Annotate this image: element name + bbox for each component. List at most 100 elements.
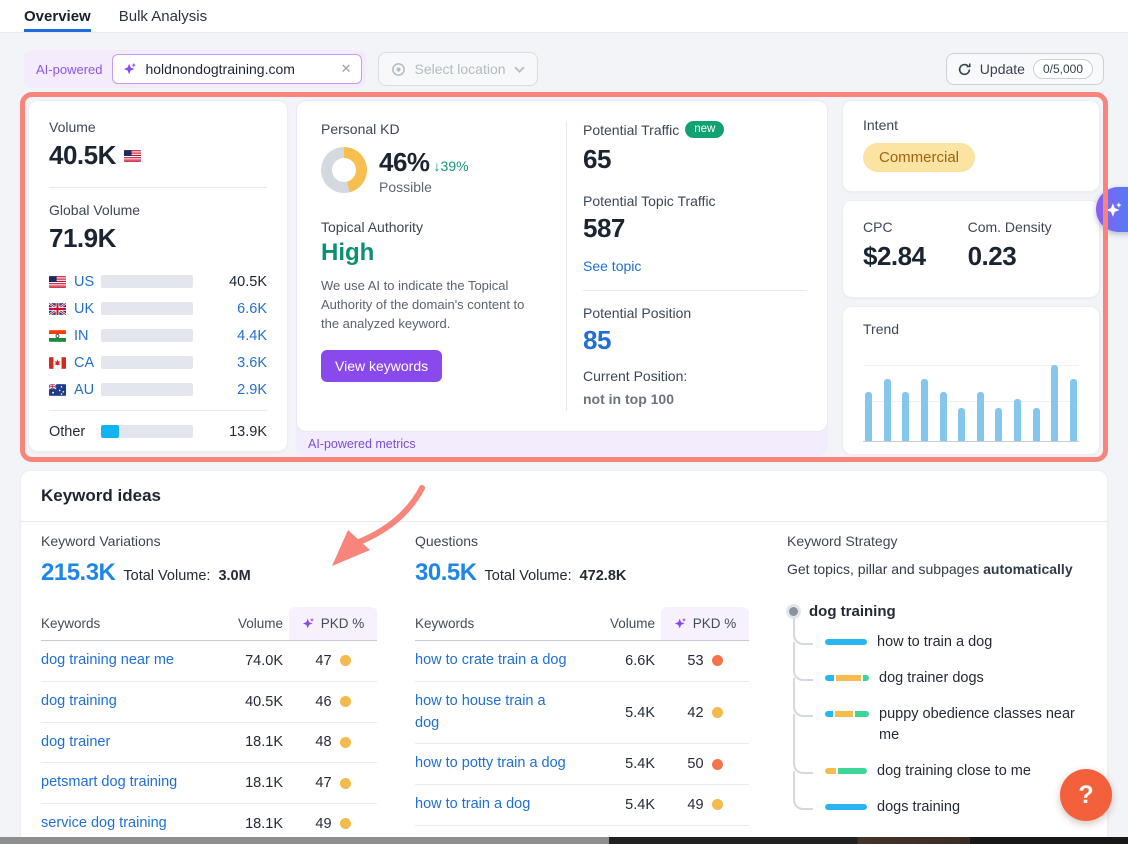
tree-child-node[interactable]: how to train a dog	[793, 632, 1099, 653]
keyword-variations-label: Keyword Variations	[41, 533, 377, 549]
tree-child-label: puppy obedience classes near me	[879, 704, 1099, 746]
flag-us-icon	[124, 150, 141, 162]
keyword-link[interactable]: how to house train a dog	[415, 691, 575, 735]
keyword-input[interactable]: holdnondogtraining.com ✕	[112, 54, 362, 84]
tree-child-node[interactable]: dog trainer dogs	[793, 668, 1099, 689]
country-volume-value[interactable]: 4.4K	[237, 328, 267, 344]
kd-donut-chart	[321, 147, 367, 193]
ai-assistant-button[interactable]	[1096, 187, 1128, 232]
view-keywords-button[interactable]: View keywords	[321, 350, 442, 382]
personal-kd-sub: Possible	[379, 179, 469, 195]
country-volume-value[interactable]: 6.6K	[237, 301, 267, 317]
update-button[interactable]: Update 0/5,000	[946, 53, 1104, 85]
tree-root-node[interactable]: dog training	[787, 603, 1099, 620]
flag-uk-icon	[49, 303, 66, 315]
chevron-down-icon	[514, 66, 525, 73]
difficulty-dot-icon	[712, 707, 723, 718]
keyword-link[interactable]: petsmart dog training	[41, 772, 213, 794]
potential-topic-traffic-label: Potential Topic Traffic	[583, 193, 807, 209]
country-volume-value[interactable]: 3.6K	[237, 355, 267, 371]
clear-input-icon[interactable]: ✕	[341, 61, 352, 77]
ai-powered-metrics-label: AI-powered metrics	[308, 437, 416, 451]
column-header-keywords[interactable]: Keywords	[41, 607, 213, 640]
potential-traffic-value: 65	[583, 144, 807, 175]
trend-bar	[884, 379, 891, 441]
tree-child-node[interactable]: puppy obedience classes near me	[793, 704, 1099, 746]
country-volume-bar	[101, 329, 193, 342]
keyword-metrics-bar-icon	[825, 711, 869, 717]
country-row-us: US40.5K	[49, 268, 267, 295]
trend-bar	[995, 408, 1002, 441]
trend-card: Trend	[842, 306, 1100, 455]
volume-cell: 5.4K	[585, 705, 655, 721]
questions-count[interactable]: 30.5K	[415, 559, 477, 587]
country-link[interactable]: AU	[49, 382, 101, 398]
trend-bar	[1051, 365, 1058, 441]
new-badge: new	[685, 121, 724, 138]
country-volume-value[interactable]: 2.9K	[237, 382, 267, 398]
keyword-strategy-column: Keyword Strategy Get topics, pillar and …	[787, 533, 1099, 833]
topical-authority-value: High	[321, 239, 557, 267]
tab-overview[interactable]: Overview	[24, 0, 91, 32]
keyword-link[interactable]: dog training near me	[41, 650, 213, 672]
keyword-metrics-bar-icon	[825, 768, 867, 774]
flag-ca-icon	[49, 357, 66, 369]
see-topic-link[interactable]: See topic	[583, 258, 807, 274]
keyword-strategy-label: Keyword Strategy	[787, 533, 1099, 549]
other-bar	[101, 425, 193, 438]
difficulty-dot-icon	[340, 818, 351, 829]
volume-cell: 6.6K	[585, 653, 655, 669]
column-header-volume[interactable]: Volume	[585, 607, 655, 640]
country-link[interactable]: CA	[49, 355, 101, 371]
potential-topic-traffic-value: 587	[583, 213, 807, 244]
table-row: dog trainer18.1K48	[41, 723, 377, 764]
table-row: how to potty train a dog5.4K50	[415, 744, 749, 785]
keyword-link[interactable]: dog training	[41, 691, 213, 713]
tree-child-node[interactable]: dog training close to me	[793, 761, 1099, 782]
column-header-volume[interactable]: Volume	[213, 607, 283, 640]
keyword-link[interactable]: service dog training	[41, 813, 213, 835]
volume-cell: 18.1K	[213, 816, 283, 832]
help-button[interactable]: ?	[1060, 769, 1112, 821]
trend-bar	[1070, 379, 1077, 441]
country-link[interactable]: UK	[49, 301, 101, 317]
pkd-cell: 49	[289, 816, 377, 832]
keyword-metrics-bar-icon	[825, 675, 869, 681]
trend-bar-chart	[863, 345, 1079, 442]
keyword-link[interactable]: dog trainer	[41, 732, 213, 754]
country-volume-bar	[101, 383, 193, 396]
difficulty-dot-icon	[712, 655, 723, 666]
flag-in-icon	[49, 330, 66, 342]
table-row: how to crate train a dog6.6K53	[415, 641, 749, 682]
keyword-link[interactable]: how to crate train a dog	[415, 650, 575, 672]
tab-bulk-analysis[interactable]: Bulk Analysis	[119, 0, 207, 32]
country-row-other: Other 13.9K	[49, 418, 267, 445]
volume-cell: 18.1K	[213, 775, 283, 791]
sparkle-icon	[1105, 201, 1123, 219]
country-volume-bar	[101, 275, 193, 288]
tree-child-label: dog training close to me	[877, 761, 1031, 782]
bottom-window-edge	[0, 837, 1128, 844]
volume-cell: 5.4K	[585, 756, 655, 772]
keyword-variations-count[interactable]: 215.3K	[41, 559, 115, 587]
column-header-pkd[interactable]: PKD %	[661, 607, 749, 640]
column-header-keywords[interactable]: Keywords	[415, 607, 585, 640]
difficulty-dot-icon	[340, 778, 351, 789]
keyword-link[interactable]: how to train a dog	[415, 794, 575, 816]
tree-child-node[interactable]: dogs training	[793, 797, 1099, 818]
keyword-ideas-section: Keyword ideas Keyword Variations 215.3K …	[20, 470, 1108, 844]
column-header-pkd[interactable]: PKD %	[289, 607, 377, 640]
volume-cell: 18.1K	[213, 734, 283, 750]
volume-label: Volume	[49, 119, 267, 135]
other-label: Other	[49, 424, 101, 440]
trend-bar	[902, 392, 909, 441]
trend-bar	[977, 392, 984, 441]
questions-label: Questions	[415, 533, 749, 549]
country-link[interactable]: US	[49, 274, 101, 290]
keyword-link[interactable]: how to potty train a dog	[415, 753, 575, 775]
location-select[interactable]: Select location	[378, 52, 537, 86]
country-link[interactable]: IN	[49, 328, 101, 344]
keyword-metrics-bar-icon	[825, 804, 867, 810]
topical-authority-description: We use AI to indicate the Topical Author…	[321, 277, 543, 334]
difficulty-dot-icon	[340, 655, 351, 666]
